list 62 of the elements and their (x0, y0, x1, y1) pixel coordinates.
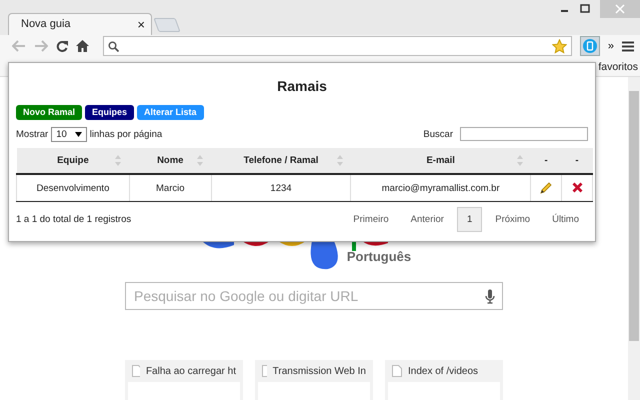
pagination-button[interactable]: Anterior (402, 208, 453, 231)
sort-icon (516, 155, 523, 166)
action-button[interactable]: Novo Ramal (16, 105, 82, 120)
pagination-button[interactable]: Primeiro (344, 208, 398, 231)
per-page-label: linhas por página (90, 128, 162, 140)
column-header[interactable]: Equipe (16, 148, 130, 174)
column-header[interactable]: Telefone / Ramal (211, 148, 351, 174)
search-icon (108, 40, 119, 52)
menu-icon[interactable] (622, 40, 634, 52)
pagination-button[interactable]: 1 (456, 207, 482, 232)
show-label: Mostrar (16, 128, 48, 140)
tab-title: Nova guia (21, 18, 71, 30)
pagination-button[interactable]: Último (543, 208, 588, 231)
table-cell: marcio@myramallist.com.br (350, 174, 531, 202)
page-icon (132, 365, 140, 377)
browser-tab[interactable]: Nova guia × (8, 12, 152, 35)
column-header: - (530, 148, 562, 174)
home-icon[interactable] (76, 40, 89, 52)
extension-button[interactable] (580, 36, 600, 56)
search-input[interactable] (460, 127, 588, 141)
records-info: 1 a 1 do total de 1 registros (16, 214, 132, 225)
search-label: Buscar (423, 128, 453, 140)
table-cell: Desenvolvimento (16, 174, 130, 202)
thumbnail-title: Falha ao carregar ht (146, 366, 236, 376)
scrollbar-thumb[interactable] (629, 91, 639, 341)
caret-icon (74, 132, 82, 136)
reload-icon[interactable] (56, 40, 68, 52)
sort-icon (197, 155, 204, 166)
page-icon (392, 365, 402, 377)
star-icon[interactable] (552, 38, 567, 54)
page-size-select[interactable]: 10 (51, 126, 87, 142)
thumbnail-title: Index of /videos (408, 366, 478, 376)
table-cell: Marcio (129, 174, 212, 202)
site-thumbnail[interactable]: Transmission Web In (255, 360, 373, 400)
maximize-icon[interactable] (580, 4, 590, 14)
sort-icon (336, 155, 343, 166)
column-header[interactable]: Nome (129, 148, 212, 174)
pencil-icon[interactable] (539, 181, 554, 195)
sort-icon (115, 155, 122, 166)
microphone-icon[interactable] (485, 289, 495, 304)
site-thumbnail[interactable]: Falha ao carregar ht (125, 360, 243, 400)
table-cell: 1234 (211, 174, 351, 202)
more-extensions-button[interactable]: » (608, 40, 614, 52)
new-tab-button[interactable] (153, 18, 181, 32)
popup-title: Ramais (276, 78, 328, 94)
close-icon (615, 4, 625, 14)
column-header: - (562, 148, 592, 174)
column-header[interactable]: E-mail (350, 148, 531, 174)
action-button[interactable]: Equipes (85, 105, 134, 120)
logo-subtitle: Português (346, 249, 412, 264)
back-icon[interactable] (12, 40, 26, 52)
forward-icon[interactable] (34, 40, 48, 52)
tab-close-button[interactable]: × (137, 16, 145, 32)
search-field[interactable]: Pesquisar no Google ou digitar URL (125, 282, 503, 310)
pagination-button[interactable]: Próximo (486, 208, 540, 231)
bookmark-folder[interactable]: favoritos (598, 61, 638, 74)
delete-icon[interactable] (572, 182, 583, 194)
page-icon (262, 365, 267, 377)
close-button[interactable] (600, 0, 640, 18)
thumbnail-title: Transmission Web In (272, 366, 366, 376)
site-thumbnail[interactable]: Index of /videos (385, 360, 503, 400)
address-bar[interactable] (103, 36, 572, 56)
